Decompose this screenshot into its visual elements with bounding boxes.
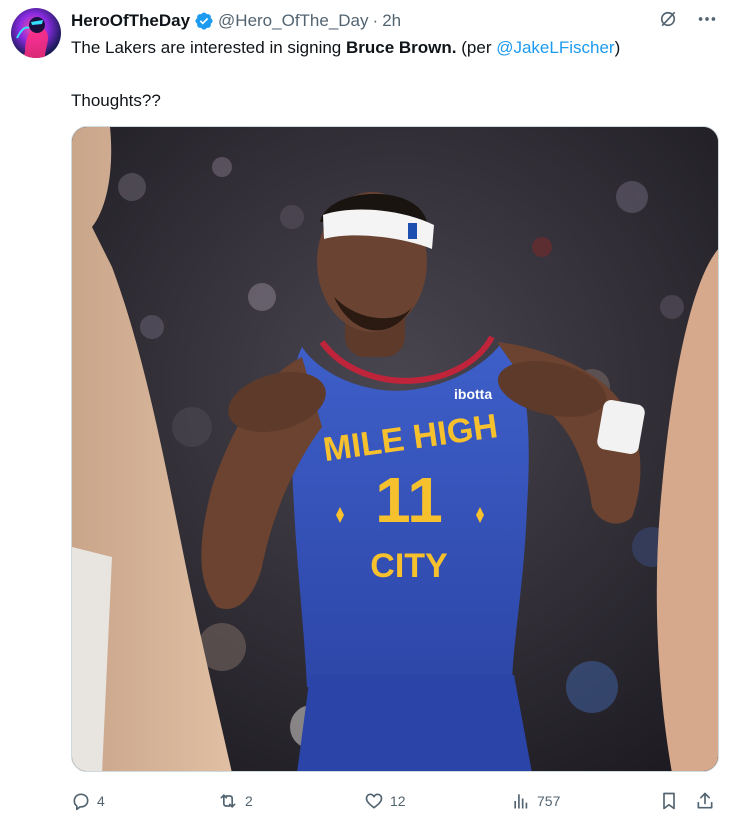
repost-button[interactable]: 2 xyxy=(217,788,253,814)
reply-button[interactable]: 4 xyxy=(71,788,105,814)
avatar[interactable] xyxy=(11,8,61,58)
repost-count: 2 xyxy=(245,793,253,809)
bookmark-button[interactable] xyxy=(659,788,679,814)
jersey-number: 11 xyxy=(375,464,443,536)
tweet-text-bold: Bruce Brown. xyxy=(346,38,457,57)
tweet-header: HeroOfTheDay @Hero_OfThe_Day · 2h xyxy=(71,10,401,32)
views-icon xyxy=(514,794,528,809)
tweet-image[interactable]: MILE HIGH 11 CITY ibotta xyxy=(71,126,719,772)
tweet[interactable]: HeroOfTheDay @Hero_OfThe_Day · 2h The La… xyxy=(0,0,730,825)
verified-badge-icon xyxy=(194,11,214,31)
more-icon[interactable] xyxy=(696,8,718,30)
views-count: 757 xyxy=(537,793,561,809)
tweet-actions-bar: 4 2 12 757 xyxy=(71,788,719,814)
display-name[interactable]: HeroOfTheDay xyxy=(71,11,190,31)
bookmark-icon xyxy=(663,792,675,810)
repost-icon xyxy=(220,794,236,808)
tweet-text: The Lakers are interested in signing Bru… xyxy=(71,37,711,112)
views-button[interactable]: 757 xyxy=(511,788,560,814)
jersey-sponsor: ibotta xyxy=(454,386,492,402)
share-button[interactable] xyxy=(695,788,715,814)
tweet-text-part3: ) xyxy=(614,38,621,57)
reply-icon xyxy=(73,793,89,811)
like-button[interactable]: 12 xyxy=(364,788,406,814)
tweet-text-part1: The Lakers are interested in signing xyxy=(71,38,346,57)
grok-icon[interactable] xyxy=(658,9,678,29)
heart-icon xyxy=(365,793,383,809)
separator-dot: · xyxy=(372,11,379,30)
mention-link[interactable]: @JakeLFischer xyxy=(496,38,614,57)
user-handle[interactable]: @Hero_OfThe_Day xyxy=(218,11,369,31)
tweet-top-actions xyxy=(658,8,718,30)
like-count: 12 xyxy=(390,793,406,809)
share-icon xyxy=(697,792,713,809)
tweet-text-part2: (per xyxy=(456,38,497,57)
timestamp[interactable]: 2h xyxy=(382,11,401,31)
jersey-city: CITY xyxy=(370,547,448,585)
reply-count: 4 xyxy=(97,793,105,809)
tweet-text-line2: Thoughts?? xyxy=(71,91,161,110)
